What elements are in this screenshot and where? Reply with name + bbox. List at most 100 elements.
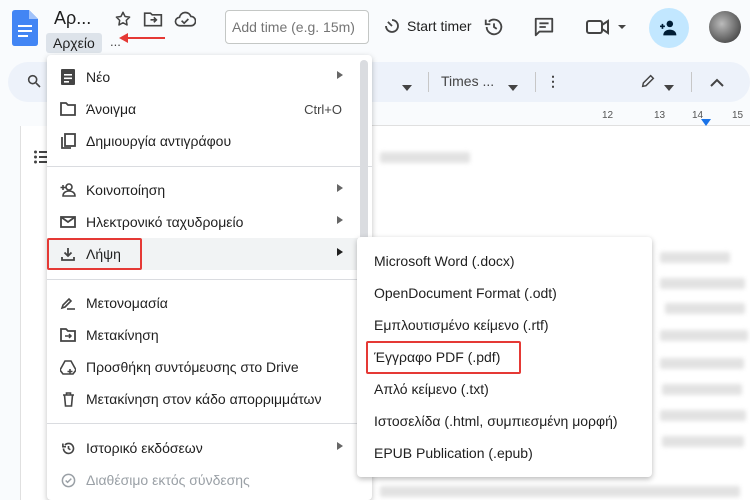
person-add-icon [60, 182, 76, 198]
start-timer-button[interactable]: Start timer [383, 17, 472, 35]
cloud-saved-icon[interactable] [174, 8, 196, 30]
menu-item-label: Άνοιγμα [86, 101, 137, 117]
submenu-item-label: Έγγραφο PDF (.pdf) [374, 349, 501, 365]
menu-item-make-copy[interactable]: Δημιουργία αντιγράφου [47, 125, 372, 157]
blurred-text [380, 486, 740, 497]
blurred-text [660, 252, 730, 263]
search-menus-icon[interactable] [26, 73, 42, 92]
blurred-text [662, 384, 742, 395]
move-folder-icon [60, 327, 76, 343]
trash-icon [60, 391, 76, 407]
submenu-arrow-icon [337, 184, 343, 192]
menu-item-rename[interactable]: Μετονομασία [47, 287, 372, 319]
comment-icon[interactable] [533, 16, 555, 38]
offline-icon [60, 472, 76, 488]
person-add-icon [660, 20, 677, 36]
blurred-text [660, 330, 748, 341]
history-icon [60, 440, 76, 456]
ruler[interactable]: 12 13 14 15 [372, 108, 750, 126]
meet-icon[interactable] [585, 16, 629, 38]
avatar[interactable] [709, 11, 741, 43]
submenu-arrow-icon [337, 248, 343, 256]
ruler-tick: 12 [602, 110, 614, 121]
font-dropdown[interactable]: Times ... [441, 73, 494, 89]
new-doc-icon [60, 69, 76, 85]
menu-scrollbar[interactable] [360, 60, 368, 245]
ruler-tick: 15 [732, 110, 744, 121]
menu-item-download[interactable]: Λήψη [47, 238, 372, 270]
blurred-text [380, 152, 470, 163]
menu-item-offline[interactable]: Διαθέσιμο εκτός σύνδεσης [47, 464, 372, 496]
menu-item-add-shortcut[interactable]: Προσθήκη συντόμευσης στο Drive [47, 351, 372, 383]
toolbar-divider [428, 72, 429, 92]
share-button[interactable] [649, 8, 689, 48]
chevron-up-icon[interactable] [710, 75, 724, 91]
blurred-text [660, 278, 745, 289]
ruler-tick: 13 [654, 110, 666, 121]
blurred-text [660, 410, 746, 421]
history-icon[interactable] [483, 16, 505, 38]
menu-item-label: Λήψη [86, 246, 121, 262]
menu-item-trash[interactable]: Μετακίνηση στον κάδο απορριμμάτων [47, 383, 372, 415]
blurred-text [662, 436, 744, 447]
menu-item-label: Ηλεκτρονικό ταχυδρομείο [86, 214, 244, 230]
editing-mode-icon[interactable] [640, 73, 656, 92]
menu-item-shortcut: Ctrl+O [304, 102, 342, 117]
menu-divider [47, 166, 372, 167]
download-submenu: Microsoft Word (.docx) OpenDocument Form… [357, 237, 652, 477]
toolbar-divider [691, 72, 692, 92]
copy-icon [60, 133, 76, 149]
download-docx[interactable]: Microsoft Word (.docx) [357, 245, 652, 277]
menu-item-label: Δημιουργία αντιγράφου [86, 133, 232, 149]
menu-item-label: Μετακίνηση στον κάδο απορριμμάτων [86, 391, 322, 407]
add-time-input[interactable] [225, 10, 369, 44]
menu-item-version-history[interactable]: Ιστορικό εκδόσεων [47, 432, 372, 464]
menu-item-label: Νέο [86, 69, 111, 85]
submenu-item-label: Απλό κείμενο (.txt) [374, 381, 489, 397]
menu-item-email[interactable]: Ηλεκτρονικό ταχυδρομείο [47, 206, 372, 238]
download-pdf[interactable]: Έγγραφο PDF (.pdf) [357, 341, 652, 373]
folder-icon [60, 101, 76, 117]
submenu-arrow-icon [337, 216, 343, 224]
download-epub[interactable]: EPUB Publication (.epub) [357, 437, 652, 469]
download-icon [60, 246, 76, 262]
menu-item-move[interactable]: Μετακίνηση [47, 319, 372, 351]
menu-item-share[interactable]: Κοινοποίηση [47, 174, 372, 206]
more-tools-icon[interactable]: ⋮ [546, 73, 560, 90]
font-dropdown-arrow-icon[interactable] [508, 78, 518, 94]
mail-icon [60, 214, 76, 230]
blurred-text [660, 358, 744, 369]
submenu-item-label: OpenDocument Format (.odt) [374, 285, 557, 301]
font-dropdown-label: Times ... [441, 73, 495, 89]
timer-icon [385, 19, 399, 33]
move-folder-icon[interactable] [142, 8, 164, 30]
submenu-arrow-icon [337, 442, 343, 450]
menu-item-new[interactable]: Νέο [47, 61, 372, 93]
submenu-item-label: Εμπλουτισμένο κείμενο (.rtf) [374, 317, 549, 333]
download-txt[interactable]: Απλό κείμενο (.txt) [357, 373, 652, 405]
download-rtf[interactable]: Εμπλουτισμένο κείμενο (.rtf) [357, 309, 652, 341]
menu-divider [47, 423, 372, 424]
menu-item-label: Μετακίνηση [86, 327, 159, 343]
docs-logo-icon[interactable] [12, 10, 38, 46]
menu-file[interactable]: Αρχείο [46, 33, 102, 53]
menu-item-open[interactable]: Άνοιγμα Ctrl+O [47, 93, 372, 125]
download-html[interactable]: Ιστοσελίδα (.html, συμπιεσμένη μορφή) [357, 405, 652, 437]
style-dropdown-arrow-icon[interactable] [402, 78, 412, 94]
menu-item-label: Μετονομασία [86, 295, 168, 311]
document-title[interactable]: Αρ... [54, 8, 91, 29]
right-indent-marker[interactable] [701, 119, 711, 126]
rename-icon [60, 295, 76, 311]
submenu-item-label: EPUB Publication (.epub) [374, 445, 533, 461]
menu-item-label: Ιστορικό εκδόσεων [86, 440, 203, 456]
toolbar-divider [535, 72, 536, 92]
submenu-item-label: Ιστοσελίδα (.html, συμπιεσμένη μορφή) [374, 413, 618, 429]
submenu-arrow-icon [337, 71, 343, 79]
file-menu: Νέο Άνοιγμα Ctrl+O Δημιουργία αντιγράφου… [47, 55, 372, 500]
star-icon[interactable] [112, 8, 134, 30]
menu-divider [47, 279, 372, 280]
top-bar: Αρ... Αρχείο ... Start timer [0, 0, 750, 56]
menu-item-label: Προσθήκη συντόμευσης στο Drive [86, 359, 299, 375]
download-odt[interactable]: OpenDocument Format (.odt) [357, 277, 652, 309]
editing-mode-arrow-icon[interactable] [664, 78, 674, 94]
